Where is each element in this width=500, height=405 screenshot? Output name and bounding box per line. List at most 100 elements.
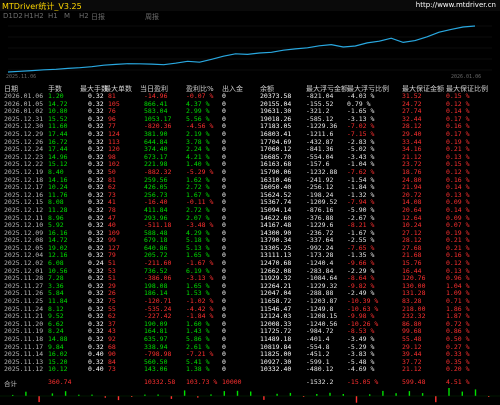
histogram-bar bbox=[236, 390, 239, 396]
histogram-bar bbox=[183, 390, 186, 396]
table-row[interactable]: 2025.11.28 7.28 0.32 51 -386.06 -3.13 % 0 11929… bbox=[0, 275, 500, 283]
table-row[interactable]: 2025.12.04 12.16 0.32 79 205.72 1.65 % 0 13111.… bbox=[0, 252, 500, 260]
table-row[interactable]: 2025.11.20 6.62 0.32 37 190.09 1.60 % 0 12008.3… bbox=[0, 320, 500, 329]
stats-table-body: 2026.01.06 1.20 0.32 81 -14.96 -0.07 % 0 20373.… bbox=[0, 92, 500, 374]
table-row[interactable]: 2025.12.10 5.92 0.32 40 -511.18 -3.48 % 0 14167… bbox=[0, 221, 500, 230]
totals-cell: 360.74 bbox=[48, 378, 72, 386]
histogram-bar bbox=[51, 393, 54, 396]
table-row[interactable]: 2025.11.19 8.24 0.32 43 164.81 1.43 % 0 11725.7… bbox=[0, 328, 500, 336]
balance-cell: 10332.40 bbox=[260, 365, 292, 374]
equity-chart: 2025.11.06 2026.01.06 bbox=[0, 22, 500, 82]
lots-cell: 10.12 bbox=[48, 365, 68, 374]
max-float-loss-pct-cell: -4.69 % bbox=[347, 365, 375, 374]
chart-x-label-start: 2025.11.06 bbox=[6, 74, 37, 80]
table-row[interactable]: 2025.12.30 11.60 0.32 77 -820.36 -4.56 % 0 1718… bbox=[0, 123, 500, 131]
chart-x-label-end: 2026.01.06 bbox=[451, 74, 482, 80]
table-row[interactable]: 2025.12.16 11.76 0.32 73 256.73 1.67 % 0 15624.… bbox=[0, 191, 500, 200]
toolbar-item[interactable]: H2 bbox=[34, 12, 44, 20]
toolbar-item[interactable]: H1 bbox=[48, 12, 58, 20]
totals-cell: -15.05 % bbox=[347, 378, 379, 386]
toolbar-item[interactable]: D2 bbox=[13, 12, 23, 20]
histogram-bar bbox=[223, 391, 225, 396]
histogram-bar bbox=[25, 391, 27, 396]
histogram-bar bbox=[38, 396, 40, 403]
table-row[interactable]: 2025.11.12 10.12 0.40 73 143.06 1.38 % 0 10332.… bbox=[0, 366, 500, 374]
toolbar-item[interactable]: M bbox=[64, 12, 70, 20]
max-orders-cell: 73 bbox=[108, 365, 116, 374]
table-row[interactable]: 2025.11.21 9.52 0.32 62 -227.42 -1.84 % 0 12124… bbox=[0, 313, 500, 321]
table-row[interactable]: 2025.11.26 5.84 0.32 26 186.14 1.53 % 0 12047.0… bbox=[0, 290, 500, 298]
table-row[interactable]: 2025.12.08 14.72 0.32 99 679.18 5.18 % 0 13790.… bbox=[0, 237, 500, 245]
max-margin-pct-cell: 0.20 % bbox=[446, 365, 470, 374]
histogram-bar bbox=[117, 396, 120, 401]
title-bar: MTDriver统计_V3.25 http://www.mtdriver.cn bbox=[0, 0, 500, 11]
table-row[interactable]: 2025.12.12 11.28 0.32 78 411.84 2.72 % 0 15094.… bbox=[0, 206, 500, 215]
table-row[interactable]: 2025.12.01 10.56 0.32 53 736.52 6.19 % 0 12662.… bbox=[0, 267, 500, 276]
table-row[interactable]: 2025.12.09 16.16 0.32 109 588.48 4.29 % 0 14300… bbox=[0, 229, 500, 238]
daily-profit-cell: 143.06 bbox=[144, 365, 168, 374]
histogram-bar bbox=[382, 390, 384, 396]
table-row[interactable]: 2025.12.31 15.52 0.32 96 1053.17 5.56 % 0 19018… bbox=[0, 115, 500, 124]
histogram-bar bbox=[474, 389, 477, 396]
bottom-histogram bbox=[0, 387, 500, 405]
totals-cell: 10332.58 bbox=[144, 378, 176, 386]
histogram-bar bbox=[461, 391, 463, 396]
table-row[interactable]: 2025.12.26 16.72 0.32 113 644.84 3.78 % 0 17704… bbox=[0, 138, 500, 147]
website-link[interactable]: http://www.mtdriver.cn bbox=[416, 1, 496, 9]
totals-cell: 599.48 bbox=[402, 378, 426, 386]
table-header: 日期 手数 最大手数 最大单数 当日盈利 盈利比% 出入金 余额 最大浮亏金额 最大浮亏比例 最大保… bbox=[0, 84, 500, 93]
toolbar-item[interactable]: 周报 bbox=[145, 12, 159, 22]
table-row[interactable]: 2025.12.22 15.12 0.32 102 221.98 1.40 % 0 16163… bbox=[0, 161, 500, 169]
table-row[interactable]: 2025.12.15 8.08 0.32 41 -16.40 -0.11 % 0 15367.… bbox=[0, 199, 500, 207]
max-margin-cell: 21.12 bbox=[402, 365, 422, 374]
table-row[interactable]: 2026.01.06 1.20 0.32 81 -14.96 -0.07 % 0 20373.… bbox=[0, 92, 500, 101]
table-row[interactable]: 2025.12.24 17.44 0.32 120 374.40 2.24 % 0 17060… bbox=[0, 146, 500, 154]
histogram-bar bbox=[329, 392, 331, 396]
table-row[interactable]: 2025.11.17 9.84 0.32 68 338.94 2.61 % 0 10819.8… bbox=[0, 343, 500, 352]
toolbar-item[interactable]: H1 bbox=[24, 12, 34, 20]
histogram-bar bbox=[408, 391, 411, 396]
histogram-bar bbox=[448, 388, 450, 396]
totals-cell: 4.51 % bbox=[446, 378, 470, 386]
totals-cell: 103.73 % bbox=[186, 378, 218, 386]
equity-line bbox=[7, 25, 476, 73]
table-row[interactable]: 2025.12.17 10.24 0.32 62 426.05 2.72 % 0 16050.… bbox=[0, 184, 500, 192]
profit-pct-cell: 1.38 % bbox=[186, 365, 210, 374]
max-lots-cell: 0.40 bbox=[88, 365, 104, 374]
table-row[interactable]: 2026.01.05 14.72 0.32 105 866.41 4.37 % 0 20155… bbox=[0, 100, 500, 109]
table-row[interactable]: 2025.12.11 8.96 0.32 47 293.96 2.07 % 0 14622.6… bbox=[0, 214, 500, 223]
histogram-bar bbox=[342, 394, 344, 396]
histogram-bar bbox=[64, 391, 67, 396]
table-row[interactable]: 2025.12.29 17.44 0.32 124 381.90 2.19 % 0 16803… bbox=[0, 130, 500, 139]
histogram-svg bbox=[0, 388, 500, 403]
histogram-bar bbox=[276, 393, 278, 396]
histogram-bar bbox=[250, 391, 252, 396]
table-row[interactable]: 2025.11.27 3.36 0.32 29 198.08 1.65 % 0 12264.2… bbox=[0, 282, 500, 291]
totals-row: 合计 360.74 10332.58 103.73 % 10000 -1532.2 -15.… bbox=[0, 378, 500, 388]
histogram-bar bbox=[104, 396, 106, 398]
toolbar: D1 D2 H1 H2 H1 M H2 日报 周报 bbox=[0, 11, 500, 22]
table-row[interactable]: 2025.11.18 14.88 0.32 92 635.97 5.86 % 0 11489.… bbox=[0, 335, 500, 344]
histogram-bar bbox=[316, 394, 318, 396]
table-row[interactable]: 2025.11.25 11.84 0.32 75 -120.71 -1.02 % 0 1165… bbox=[0, 297, 500, 306]
table-row[interactable]: 2025.12.19 8.40 0.32 50 -882.32 -5.29 % 0 15790… bbox=[0, 168, 500, 177]
table-row[interactable]: 2025.12.05 19.02 0.32 127 640.86 5.13 % 0 13305… bbox=[0, 244, 500, 253]
totals-cell: -1532.2 bbox=[306, 378, 334, 386]
table-row[interactable]: 2026.01.02 10.80 0.32 76 583.04 2.99 % 0 19631.… bbox=[0, 108, 500, 116]
table-row[interactable]: 2025.11.14 16.02 0.40 90 -798.98 -7.21 % 0 1182… bbox=[0, 351, 500, 359]
equity-chart-svg bbox=[7, 25, 492, 73]
histogram-bar bbox=[170, 396, 173, 399]
totals-cell: 10000 bbox=[222, 378, 242, 386]
histogram-bar bbox=[355, 396, 358, 403]
table-row[interactable]: 2025.11.13 15.20 0.32 84 560.50 5.41 % 0 10927.… bbox=[0, 358, 500, 367]
table-row[interactable]: 2025.12.23 14.96 0.32 98 673.17 4.21 % 0 16685.… bbox=[0, 153, 500, 162]
histogram-bar bbox=[421, 393, 424, 396]
table-row[interactable]: 2025.12.18 14.16 0.32 81 259.56 1.62 % 0 16310.… bbox=[0, 176, 500, 185]
table-row[interactable]: 2025.12.02 6.08 0.24 51 -211.60 -1.67 % 0 12470… bbox=[0, 259, 500, 268]
histogram-bar bbox=[395, 393, 397, 396]
histogram-bar bbox=[369, 394, 371, 396]
toolbar-item[interactable]: 日报 bbox=[91, 12, 105, 22]
toolbar-item[interactable]: H2 bbox=[79, 12, 89, 20]
table-row[interactable]: 2025.11.24 8.12 0.32 55 -535.24 -4.42 % 0 11546… bbox=[0, 305, 500, 314]
toolbar-item[interactable]: D1 bbox=[3, 12, 13, 20]
